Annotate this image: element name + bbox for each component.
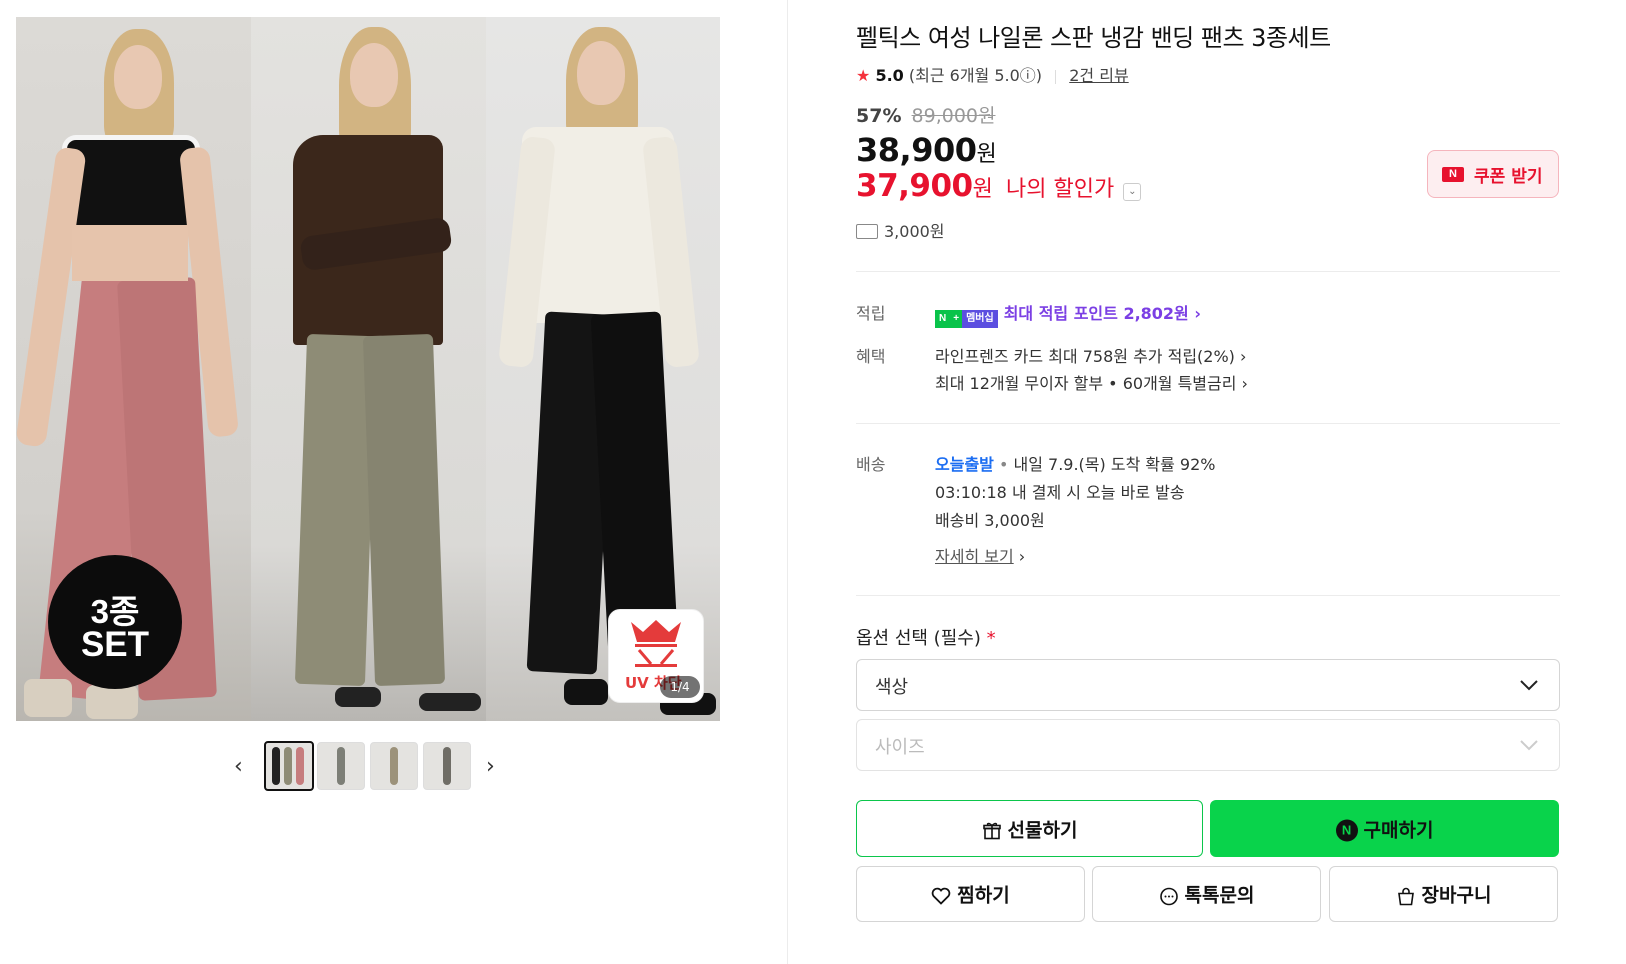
chat-bubble-icon	[1159, 887, 1178, 905]
price-row: 38,900원	[856, 131, 997, 169]
badge-n: N	[935, 309, 951, 328]
heart-icon	[931, 887, 951, 905]
countdown-text: 내 결제 시 오늘 바로 발송	[1011, 483, 1185, 502]
truck-icon	[856, 224, 878, 239]
points-row[interactable]: N + 멤버십 최대 적립 포인트 2,802원 ›	[935, 300, 1201, 328]
three-set-badge: 3종 SET	[48, 555, 182, 689]
gift-icon	[982, 822, 1001, 840]
product-main-image[interactable]: 3종 SET UV 차단 1/4	[16, 17, 720, 721]
coupon-button[interactable]: N 쿠폰 받기	[1427, 150, 1559, 198]
required-mark: *	[986, 628, 996, 649]
next-image-icon[interactable]: ›	[486, 754, 495, 779]
rating-row: ★ 5.0 (최근 6개월 5.0ⓘ) 2건 리뷰	[856, 62, 1129, 86]
badge-member: 멤버십	[962, 309, 998, 328]
rating-score: 5.0	[875, 66, 904, 85]
coupon-label: 쿠폰 받기	[1474, 167, 1543, 187]
bullet: •	[993, 455, 1014, 474]
rating-recent[interactable]: (최근 6개월 5.0ⓘ)	[909, 66, 1042, 85]
divider	[856, 423, 1560, 424]
perk-installment-link[interactable]: 최대 12개월 무이자 할부 • 60개월 특별금리 ›	[935, 370, 1248, 394]
thumbnail-2[interactable]	[317, 742, 365, 790]
max-points-text: 최대 적립 포인트 2,802원 ›	[1003, 304, 1201, 323]
price-unit: 원	[976, 142, 997, 167]
countdown-timer: 03:10:18	[935, 483, 1007, 502]
delivery-arrival-row: 오늘출발 • 내일 7.9.(목) 도착 확률 92%	[935, 451, 1215, 475]
product-title: 펠틱스 여성 나일론 스판 냉감 밴딩 팬츠 3종세트	[856, 24, 1331, 52]
cart-button[interactable]: 장바구니	[1329, 866, 1558, 922]
thumbnail-4[interactable]	[423, 742, 471, 790]
naver-pay-icon: N	[1335, 819, 1358, 842]
divider	[856, 271, 1560, 272]
thumbnail-1[interactable]	[264, 741, 314, 791]
chevron-down-icon	[1520, 740, 1538, 751]
gift-button[interactable]: 선물하기	[856, 800, 1203, 857]
my-price-unit: 원	[972, 177, 993, 202]
discount-row: 57% 89,000원	[856, 101, 996, 128]
column-divider	[787, 0, 788, 964]
review-count-link[interactable]: 2건 리뷰	[1069, 66, 1128, 85]
talk-label: 톡톡문의	[1184, 884, 1255, 907]
arrival-estimate: 내일 7.9.(목) 도착 확률 92%	[1013, 455, 1216, 474]
details-link[interactable]: 자세히 보기 ›	[935, 543, 1025, 567]
model-image-2	[251, 17, 486, 721]
uv-shield-icon	[631, 620, 681, 667]
star-icon: ★	[856, 66, 871, 85]
shipping-fee: 3,000원	[884, 222, 945, 241]
discount-percent: 57%	[856, 105, 902, 127]
chevron-right-icon: ›	[1018, 547, 1026, 566]
size-select-label: 사이즈	[875, 737, 925, 758]
my-discount-price: 37,900	[856, 168, 973, 204]
delivery-fee: 배송비 3,000원	[935, 511, 1045, 530]
original-price: 89,000원	[911, 105, 996, 127]
perk-card-link[interactable]: 라인프렌즈 카드 최대 758원 추가 적립(2%) ›	[935, 343, 1246, 367]
thumbnail-3[interactable]	[370, 742, 418, 790]
wish-label: 찜하기	[957, 884, 1010, 907]
option-title: 옵션 선택 (필수) *	[856, 624, 996, 650]
gift-label: 선물하기	[1007, 819, 1078, 841]
naver-membership-badge: N + 멤버십	[935, 306, 998, 328]
my-price-label: 나의 할인가	[1005, 177, 1115, 202]
cart-label: 장바구니	[1421, 884, 1492, 907]
details-link-label: 자세히 보기	[935, 547, 1014, 566]
color-select-label: 색상	[875, 677, 909, 698]
color-select[interactable]: 색상	[856, 659, 1560, 711]
chevron-down-icon	[1520, 680, 1538, 691]
naver-n-icon: N	[1442, 167, 1464, 182]
divider	[856, 595, 1560, 596]
image-counter: 1/4	[660, 676, 700, 698]
today-ship-badge: 오늘출발	[935, 455, 994, 474]
badge-line2: SET	[80, 625, 150, 664]
shipping-row: 3,000원	[856, 218, 945, 242]
perks-label: 혜택	[856, 347, 886, 366]
buy-label: 구매하기	[1363, 819, 1434, 841]
badge-plus: +	[950, 309, 963, 328]
prev-image-icon[interactable]: ‹	[234, 754, 243, 779]
divider	[1055, 69, 1057, 84]
size-select[interactable]: 사이즈	[856, 719, 1560, 771]
sale-price: 38,900	[856, 131, 977, 169]
wish-button[interactable]: 찜하기	[856, 866, 1085, 922]
buy-button[interactable]: N 구매하기	[1210, 800, 1559, 857]
delivery-label: 배송	[856, 455, 886, 474]
option-title-text: 옵션 선택 (필수)	[856, 628, 981, 649]
points-label: 적립	[856, 304, 886, 323]
talktalk-inquiry-button[interactable]: 톡톡문의	[1092, 866, 1321, 922]
shopping-bag-icon	[1397, 887, 1414, 905]
countdown-row: 03:10:18 내 결제 시 오늘 바로 발송	[935, 479, 1185, 503]
chevron-down-icon[interactable]: ⌄	[1123, 182, 1142, 201]
my-price-row[interactable]: 37,900원 나의 할인가 ⌄	[856, 168, 1142, 204]
